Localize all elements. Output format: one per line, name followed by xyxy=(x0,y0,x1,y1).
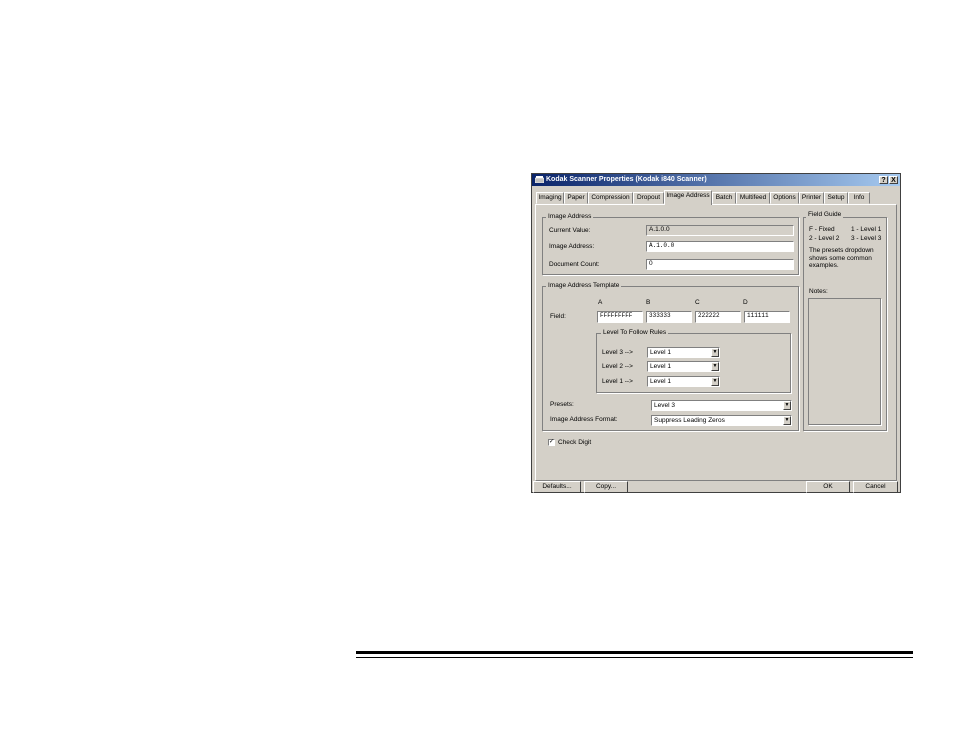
field-guide-item: 2 - Level 2 xyxy=(809,235,840,242)
chevron-down-icon[interactable]: ▼ xyxy=(783,401,791,410)
level-1-value: Level 1 xyxy=(650,378,671,385)
chevron-down-icon[interactable]: ▼ xyxy=(711,377,719,386)
level-2-select[interactable]: Level 1 ▼ xyxy=(647,361,720,372)
level-2-value: Level 1 xyxy=(650,363,671,370)
column-b-label: B xyxy=(646,299,651,306)
tab-info[interactable]: Info xyxy=(848,192,870,204)
column-d-label: D xyxy=(743,299,748,306)
field-d-input[interactable]: 111111 xyxy=(744,311,790,323)
level-1-select[interactable]: Level 1 ▼ xyxy=(647,376,720,387)
presets-label: Presets: xyxy=(550,401,574,408)
field-guide-label: Field Guide xyxy=(806,211,844,218)
template-group-label: Image Address Template xyxy=(546,282,622,289)
scanner-icon xyxy=(535,176,544,183)
copy-button[interactable]: Copy... xyxy=(584,481,628,493)
document-count-label: Document Count: xyxy=(549,261,600,268)
tab-multifeed[interactable]: Multifeed xyxy=(736,192,770,204)
field-guide-note: The presets dropdown shows some common e… xyxy=(809,247,874,269)
cancel-button[interactable]: Cancel xyxy=(853,481,898,493)
tab-options[interactable]: Options xyxy=(770,192,799,204)
column-c-label: C xyxy=(695,299,700,306)
title-bar: Kodak Scanner Properties (Kodak i840 Sca… xyxy=(532,174,900,186)
field-b-input[interactable]: 333333 xyxy=(646,311,692,323)
field-label: Field: xyxy=(550,313,566,320)
level-3-label: Level 3 --> xyxy=(602,349,633,356)
level-2-label: Level 2 --> xyxy=(602,363,633,370)
help-button[interactable]: ? xyxy=(879,176,888,184)
chevron-down-icon[interactable]: ▼ xyxy=(711,362,719,371)
chevron-down-icon[interactable]: ▼ xyxy=(711,348,719,357)
level-3-value: Level 1 xyxy=(650,349,671,356)
image-address-group-label: Image Address xyxy=(546,213,594,220)
tab-paper[interactable]: Paper xyxy=(564,192,588,204)
field-a-input[interactable]: FFFFFFFFF xyxy=(597,311,643,323)
check-digit-label: Check Digit xyxy=(558,439,592,446)
field-guide-item: F - Fixed xyxy=(809,226,835,233)
field-guide-item: 1 - Level 1 xyxy=(851,226,882,233)
image-address-label: Image Address: xyxy=(549,243,595,250)
image-address-format-label: Image Address Format: xyxy=(550,416,618,423)
column-a-label: A xyxy=(598,299,603,306)
chevron-down-icon[interactable]: ▼ xyxy=(783,416,791,425)
tab-imaging[interactable]: Imaging xyxy=(536,192,564,204)
image-address-format-select[interactable]: Suppress Leading Zeros ▼ xyxy=(651,415,792,426)
scanner-properties-dialog: Kodak Scanner Properties (Kodak i840 Sca… xyxy=(531,173,901,493)
document-count-input[interactable]: 0 xyxy=(646,259,794,270)
image-address-input[interactable]: A.1.0.0 xyxy=(646,241,794,252)
defaults-button[interactable]: Defaults... xyxy=(533,481,581,493)
ok-button[interactable]: OK xyxy=(806,481,850,493)
notes-label: Notes: xyxy=(809,288,828,295)
page-rule-thick xyxy=(356,651,913,654)
presets-value: Level 3 xyxy=(654,402,675,409)
current-value-label: Current Value: xyxy=(549,227,591,234)
level-1-label: Level 1 --> xyxy=(602,378,633,385)
field-c-input[interactable]: 222222 xyxy=(695,311,741,323)
tab-batch[interactable]: Batch xyxy=(712,192,736,204)
dialog-title: Kodak Scanner Properties (Kodak i840 Sca… xyxy=(546,176,707,183)
close-button[interactable]: X xyxy=(889,176,898,184)
tab-setup[interactable]: Setup xyxy=(824,192,848,204)
level-3-select[interactable]: Level 1 ▼ xyxy=(647,347,720,358)
current-value-field: A.1.0.0 xyxy=(646,225,794,236)
notes-area xyxy=(808,298,881,425)
field-guide-item: 3 - Level 3 xyxy=(851,235,882,242)
tab-image-address[interactable]: Image Address xyxy=(664,190,712,205)
page-rule-thin xyxy=(356,657,913,658)
tab-printer[interactable]: Printer xyxy=(799,192,824,204)
presets-select[interactable]: Level 3 ▼ xyxy=(651,400,792,411)
level-rules-label: Level To Follow Rules xyxy=(601,329,669,336)
check-digit-checkbox[interactable]: ✓ xyxy=(548,439,555,446)
tab-dropout[interactable]: Dropout xyxy=(633,192,664,204)
image-address-format-value: Suppress Leading Zeros xyxy=(654,417,725,424)
tab-compression[interactable]: Compression xyxy=(588,192,633,204)
